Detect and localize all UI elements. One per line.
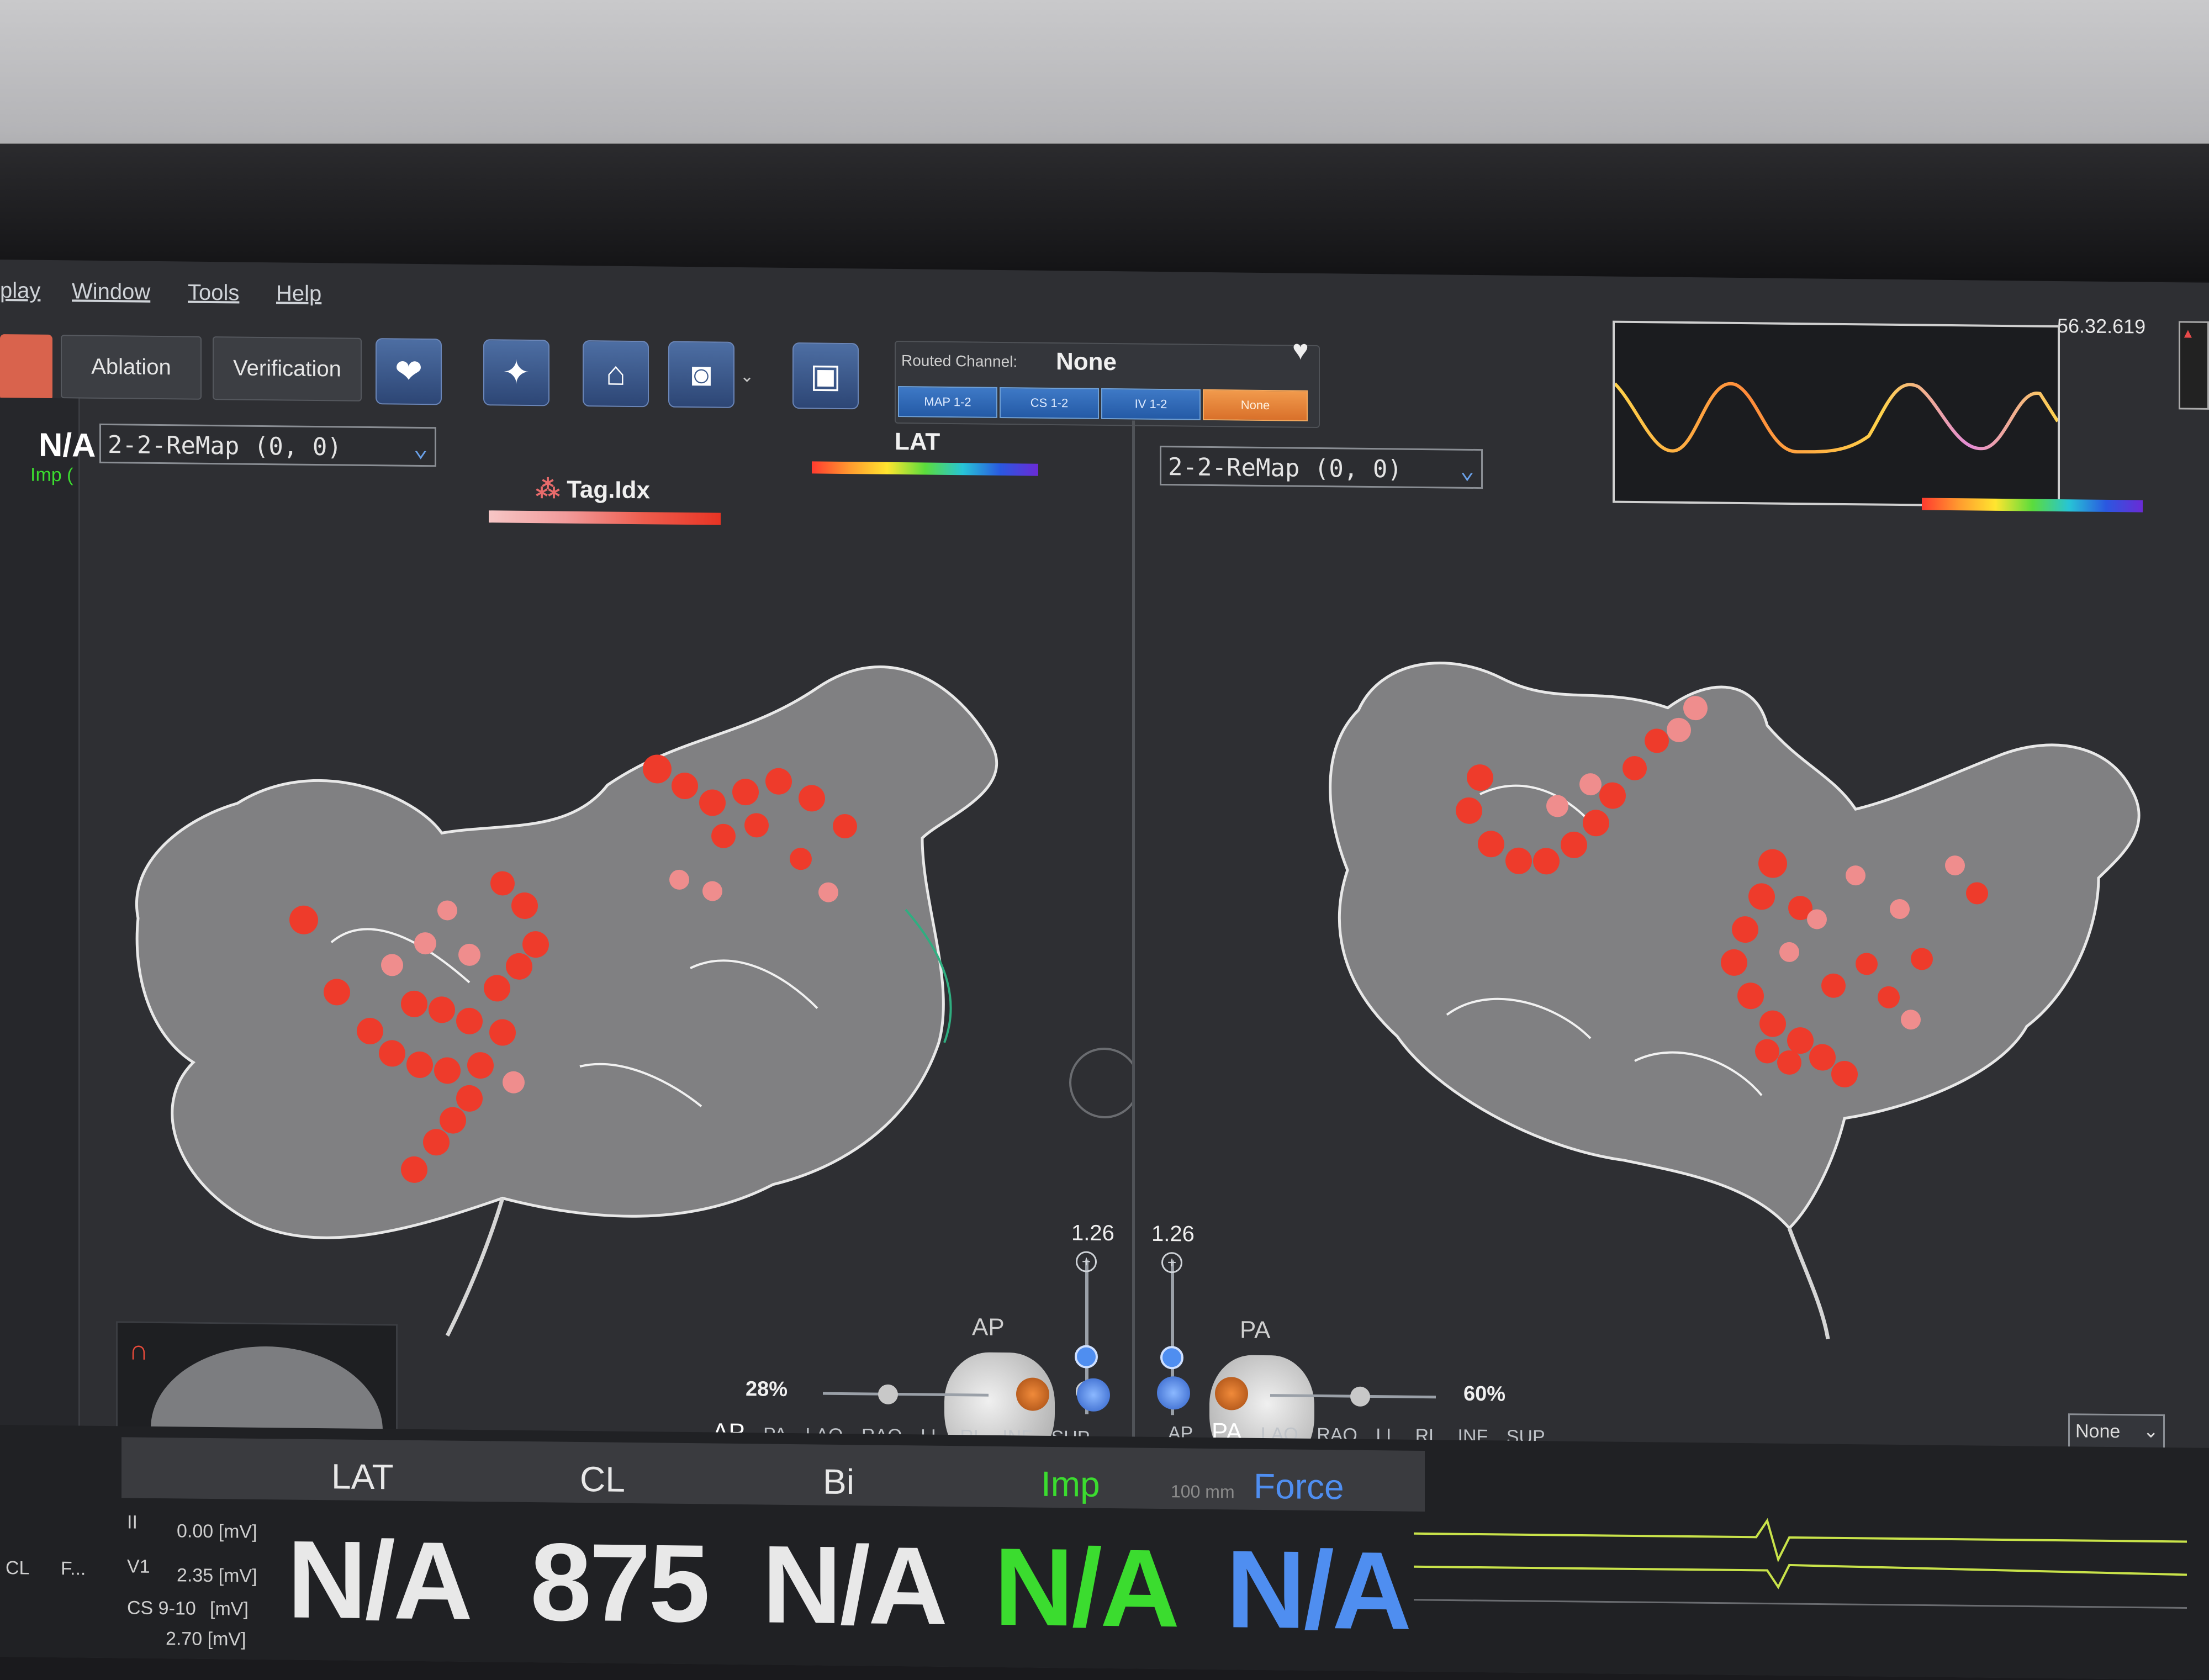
left-view-label: AP — [972, 1313, 1005, 1341]
right-map-select-label: 2-2-ReMap (0, 0) — [1168, 453, 1402, 484]
tag-index-label: ⁂ Tag.Idx — [536, 475, 650, 504]
side-label-cl: CL — [6, 1557, 30, 1579]
chevron-down-icon[interactable]: ⌄ — [740, 367, 754, 386]
bi-value: N/A — [762, 1523, 946, 1648]
heart-add-icon[interactable]: ❤ — [376, 338, 442, 405]
ecg-traces — [1414, 1518, 2187, 1609]
left-opacity-value: 28% — [746, 1377, 788, 1401]
side-badge: ▲ — [2179, 321, 2209, 410]
left-zoom-handle[interactable] — [1075, 1345, 1098, 1369]
app-screen: play Window Tools Help Ablation Verifica… — [0, 260, 2209, 1680]
right-none-select[interactable]: None ⌄ — [2068, 1413, 2165, 1451]
right-none-select-label: None — [2075, 1420, 2121, 1443]
left-zoom-value: 1.26 — [1071, 1221, 1114, 1246]
color-ball-icon[interactable] — [1215, 1377, 1248, 1410]
ecg-value-cs: [mV] — [210, 1598, 249, 1620]
ecg-label-cs: CS 9-10 — [127, 1597, 196, 1619]
channel-button-iv[interactable]: IV 1-2 — [1101, 388, 1201, 420]
lat-header: LAT — [331, 1456, 394, 1497]
heart-view-icon[interactable] — [1157, 1376, 1190, 1410]
lat-label: LAT — [895, 427, 940, 456]
camera-icon[interactable]: ◙ — [668, 341, 734, 408]
monitor-bezel — [0, 144, 2209, 282]
lat-value: N/A — [287, 1518, 471, 1643]
chevron-down-icon: ⌄ — [1460, 456, 1475, 484]
menu-item-display[interactable]: play — [0, 278, 40, 304]
ecg-value-4: 2.70 [mV] — [166, 1628, 246, 1650]
heart-icon: ♥ — [1292, 334, 1309, 366]
menu-item-tools[interactable]: Tools — [188, 281, 239, 306]
color-ball-icon[interactable] — [1016, 1377, 1049, 1411]
ecg-label-v1: V1 — [127, 1556, 150, 1577]
left-map-select-label: 2-2-ReMap (0, 0) — [108, 431, 342, 462]
menu-item-window[interactable]: Window — [72, 279, 150, 304]
screen-capture-icon[interactable]: ▣ — [792, 342, 859, 410]
force-value: N/A — [1226, 1528, 1410, 1653]
routed-channel-value: None — [1056, 348, 1117, 376]
sidebar-imp: Imp ( — [30, 464, 73, 486]
scale-label: 100 mm — [1171, 1481, 1235, 1502]
right-map-panel: 2-2-ReMap (0, 0) ⌄ 1.26 + − PA — [1138, 421, 2209, 1477]
ecg-value-ii: 0.00 [mV] — [177, 1520, 257, 1542]
heart-view-icon[interactable] — [1077, 1378, 1110, 1412]
cl-value: 875 — [530, 1520, 708, 1646]
verification-button[interactable]: Verification — [213, 336, 362, 401]
right-heart-mesh — [1329, 662, 2141, 1340]
magnet-icon: ∩ — [129, 1334, 149, 1366]
side-label-f: F... — [61, 1558, 86, 1579]
right-map-select[interactable]: 2-2-ReMap (0, 0) ⌄ — [1160, 445, 1483, 489]
right-opacity-handle[interactable] — [1350, 1386, 1370, 1407]
right-opacity-value: 60% — [1463, 1382, 1506, 1406]
chevron-down-icon: ⌄ — [413, 434, 429, 463]
imp-header: Imp — [1041, 1464, 1100, 1504]
left-map-select[interactable]: 2-2-ReMap (0, 0) ⌄ — [99, 423, 436, 467]
right-zoom-value: 1.26 — [1151, 1221, 1195, 1246]
routed-channel-label: Routed Channel: — [901, 352, 1018, 371]
left-map-panel: 2-2-ReMap (0, 0) ⌄ LAT ⁂ Tag.Idx 1.26 + … — [83, 410, 1132, 1475]
imp-value: N/A — [994, 1525, 1178, 1651]
left-heart-mesh — [135, 665, 1132, 1337]
tag-color-bar — [489, 510, 721, 525]
channel-button-map[interactable]: MAP 1-2 — [898, 386, 997, 418]
tag-icon: ⁂ — [536, 476, 567, 503]
right-view-label: PA — [1240, 1316, 1271, 1344]
panel-divider — [1132, 420, 1135, 1437]
left-sidebar: N/A Imp ( — [0, 398, 96, 1492]
zoom-in-icon[interactable]: + — [1161, 1252, 1182, 1274]
mode-button-red[interactable] — [0, 334, 52, 401]
bell-icon[interactable]: ⌂ — [583, 340, 649, 408]
left-opacity-handle[interactable] — [878, 1384, 898, 1405]
force-header: Force — [1254, 1466, 1344, 1507]
lat-color-bar — [812, 461, 1038, 476]
right-zoom-handle[interactable] — [1160, 1346, 1183, 1370]
ecg-value-v1: 2.35 [mV] — [177, 1565, 257, 1587]
bi-header: Bi — [823, 1461, 854, 1502]
chevron-down-icon: ⌄ — [2143, 1420, 2159, 1442]
cursor-ring — [1069, 1047, 1132, 1118]
routed-channel-panel: Routed Channel: None MAP 1-2 CS 1-2 IV 1… — [895, 340, 1320, 429]
menu-item-help[interactable]: Help — [276, 281, 321, 307]
tag-index-text: Tag.Idx — [567, 476, 650, 504]
timestamp: 56.32.619 — [2057, 314, 2146, 338]
zoom-in-icon[interactable]: + — [1076, 1251, 1097, 1272]
cl-header: CL — [580, 1459, 625, 1499]
bottom-status-bar: LAT CL Bi Imp 100 mm Force N/A 875 N/A N… — [0, 1425, 2209, 1680]
ecg-label-ii: II — [127, 1512, 138, 1533]
channel-button-none[interactable]: None — [1203, 389, 1308, 421]
channel-button-cs[interactable]: CS 1-2 — [1000, 387, 1099, 419]
compass-icon[interactable]: ✦ — [483, 339, 549, 406]
ablation-button[interactable]: Ablation — [61, 335, 202, 400]
